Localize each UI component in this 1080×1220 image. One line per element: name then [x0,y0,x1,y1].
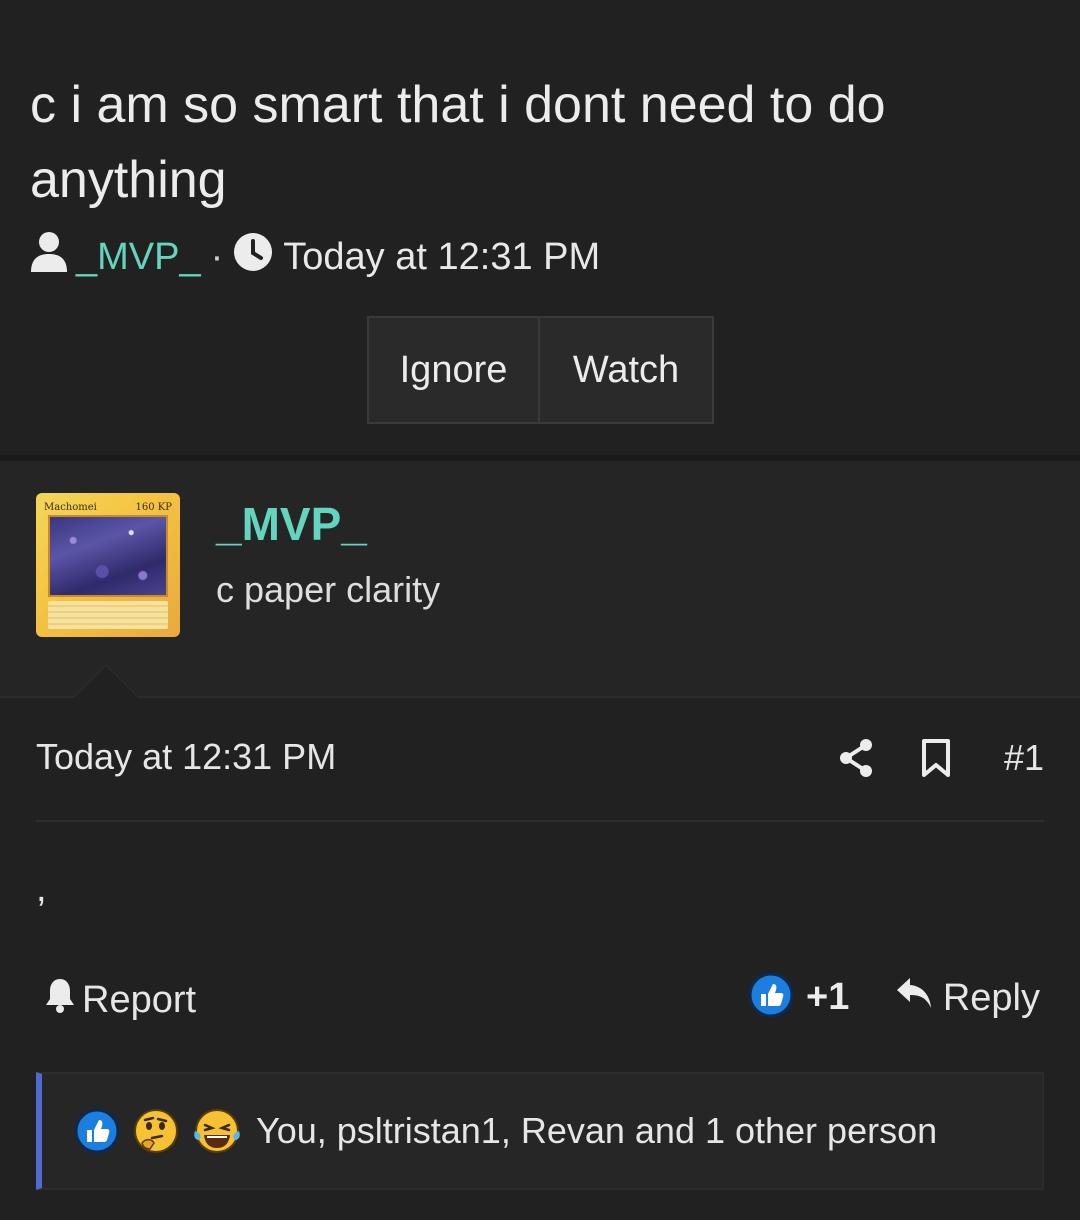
clock-icon [233,232,273,282]
thread-meta: _MVP_ · Today at 12:31 PM [30,232,600,282]
thread-author-link[interactable]: _MVP_ [76,236,201,279]
reply-label: Reply [942,976,1040,1019]
like-icon [748,972,794,1023]
reactions-bar[interactable]: You, psltristan1, Revan and 1 other pers… [36,1072,1044,1190]
watch-button[interactable]: Watch [540,318,712,422]
post-time[interactable]: Today at 12:31 PM [36,736,336,778]
avatar-card-header: Machomei 160 KP [44,499,172,515]
avatar[interactable]: Machomei 160 KP [36,493,180,637]
share-icon[interactable] [836,736,876,780]
avatar-card-art [48,515,168,597]
bookmark-icon[interactable] [916,736,956,780]
avatar-card-name: Machomei [44,501,97,513]
message-pointer-fill [74,666,138,698]
user-icon [30,231,68,283]
thread-button-group: Ignore Watch [367,316,714,424]
like-count: +1 [806,976,850,1018]
reactions-summary: You, psltristan1, Revan and 1 other pers… [256,1110,938,1151]
post-actions-top: #1 [836,730,1044,786]
thread-time[interactable]: Today at 12:31 PM [283,236,600,279]
post-footer: Report +1 Reply [0,970,1080,1030]
avatar-card-text [48,601,168,629]
post-divider [0,696,1080,698]
post-user-title: c paper clarity [216,569,441,610]
ignore-button[interactable]: Ignore [369,318,540,422]
like-icon [74,1108,120,1154]
thread-header: c i am so smart that i dont need to do a… [0,0,1080,455]
meta-separator: · [210,235,224,278]
reply-icon [895,976,933,1020]
post-username[interactable]: _MVP_ [216,497,367,551]
joy-tears-emoji-icon [192,1107,242,1155]
post-body: , [36,868,47,910]
report-button[interactable]: Report [44,976,196,1024]
reply-button[interactable]: Reply [895,976,1040,1020]
like-button[interactable]: +1 [748,972,849,1023]
bell-icon [44,976,76,1024]
post-header-divider [36,820,1044,822]
thread-title: c i am so smart that i dont need to do a… [30,76,886,209]
report-label: Report [82,978,197,1021]
thinking-emoji-icon [132,1107,180,1155]
avatar-card-hp: 160 KP [135,501,172,513]
post-user-header: Machomei 160 KP _MVP_ c paper clarity [0,461,1080,696]
post-number-link[interactable]: #1 [1004,737,1044,779]
